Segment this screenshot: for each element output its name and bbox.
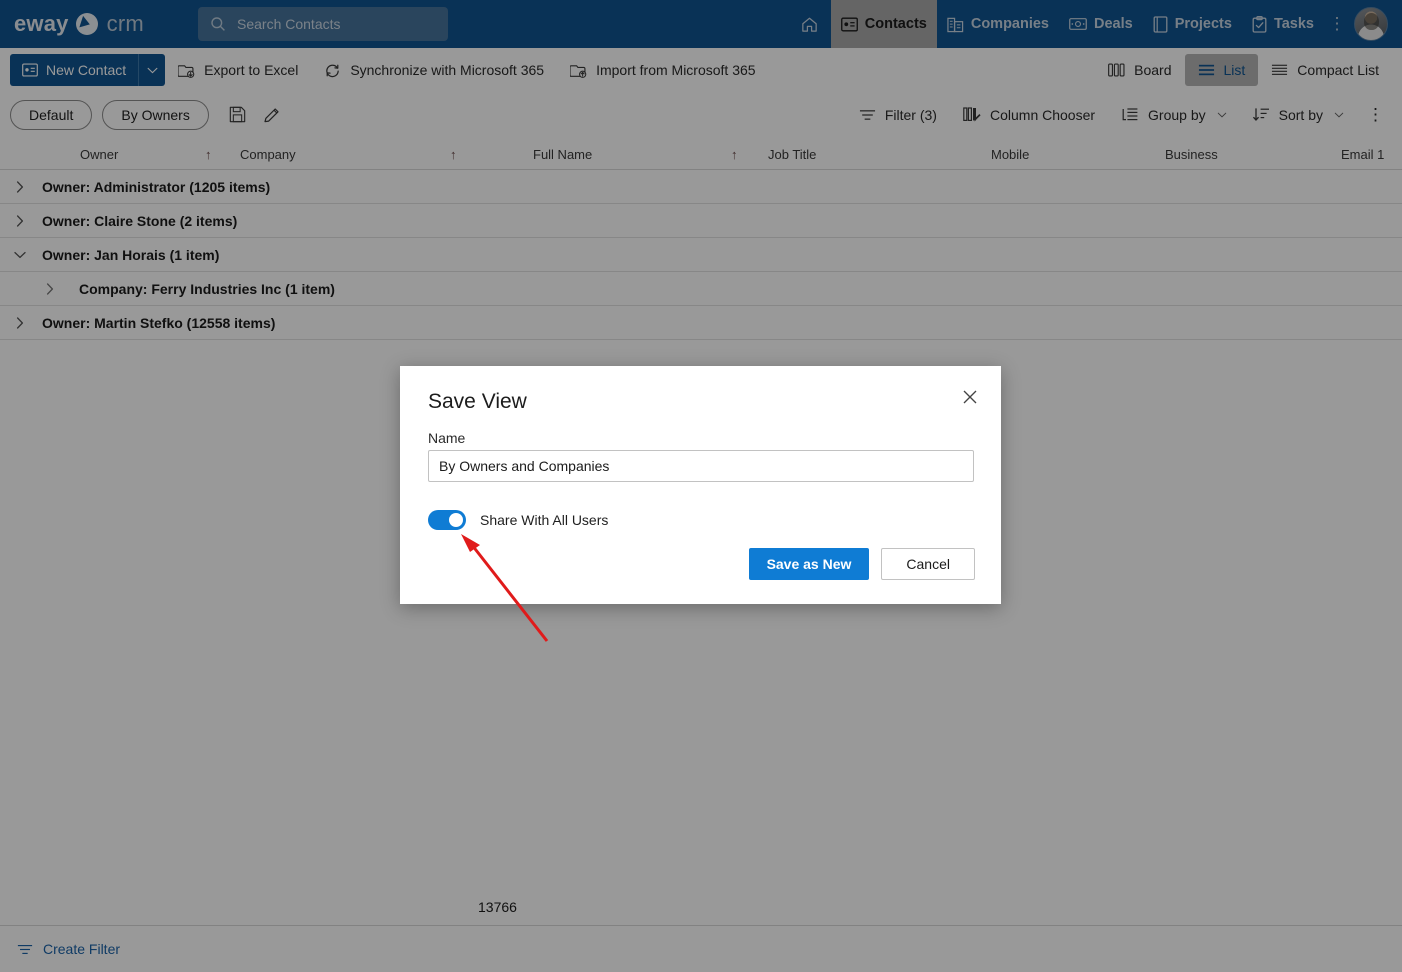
app-root: eway crm Search Contacts Contacts Compan… bbox=[0, 0, 1402, 972]
toggle-knob bbox=[449, 513, 463, 527]
name-field-label: Name bbox=[428, 430, 466, 446]
save-as-new-button[interactable]: Save as New bbox=[748, 548, 870, 580]
view-name-input[interactable] bbox=[428, 450, 974, 482]
dialog-close-button[interactable] bbox=[957, 384, 983, 410]
close-icon bbox=[963, 390, 977, 404]
share-with-all-users-toggle[interactable] bbox=[428, 510, 466, 530]
share-toggle-label: Share With All Users bbox=[480, 512, 609, 528]
share-toggle-row: Share With All Users bbox=[428, 510, 608, 530]
dialog-actions: Save as New Cancel bbox=[748, 548, 975, 580]
dialog-title: Save View bbox=[428, 390, 527, 413]
save-view-dialog: Save View Name Share With All Users Save… bbox=[400, 366, 1001, 604]
cancel-button[interactable]: Cancel bbox=[881, 548, 975, 580]
